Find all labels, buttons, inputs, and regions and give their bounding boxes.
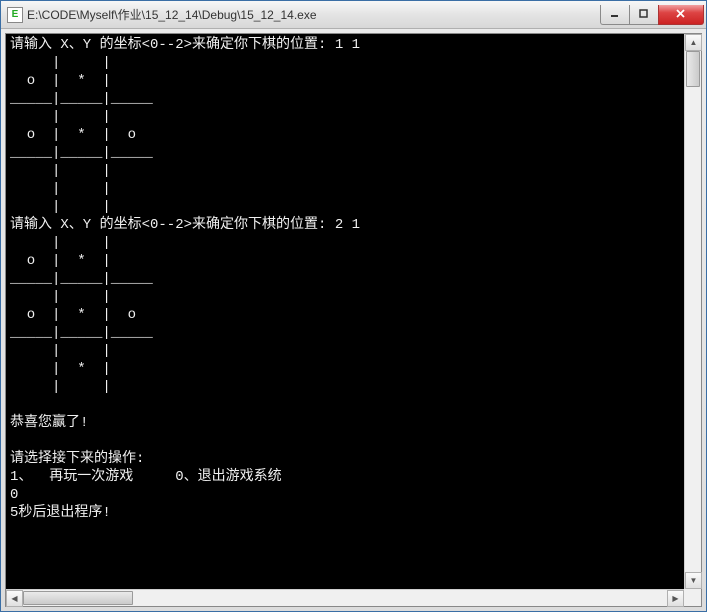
horizontal-scroll-track[interactable] [23,590,667,606]
horizontal-scrollbar[interactable]: ◀ ▶ [6,589,684,606]
minimize-button[interactable] [600,5,630,25]
window-controls [601,5,704,25]
scroll-down-button[interactable]: ▼ [685,572,702,589]
vertical-scroll-thumb[interactable] [686,51,700,87]
vertical-scrollbar[interactable]: ▲ ▼ [684,34,701,589]
maximize-button[interactable] [629,5,659,25]
vertical-scroll-track[interactable] [685,51,701,572]
maximize-icon [639,9,649,19]
minimize-icon [610,9,620,19]
scroll-up-button[interactable]: ▲ [685,34,702,51]
client-area: 请输入 X、Y 的坐标<0--2>来确定你下棋的位置: 1 1 | | o | … [5,33,702,607]
app-icon: E [7,7,23,23]
titlebar[interactable]: E E:\CODE\Myself\作业\15_12_14\Debug\15_12… [1,1,706,29]
scroll-left-button[interactable]: ◀ [6,590,23,607]
console-window: E E:\CODE\Myself\作业\15_12_14\Debug\15_12… [0,0,707,612]
scroll-right-button[interactable]: ▶ [667,590,684,607]
window-title: E:\CODE\Myself\作业\15_12_14\Debug\15_12_1… [27,6,601,23]
close-icon [676,9,686,19]
scroll-corner [684,589,701,606]
close-button[interactable] [658,5,704,25]
console-output: 请输入 X、Y 的坐标<0--2>来确定你下棋的位置: 1 1 | | o | … [6,34,701,606]
horizontal-scroll-thumb[interactable] [23,591,133,605]
